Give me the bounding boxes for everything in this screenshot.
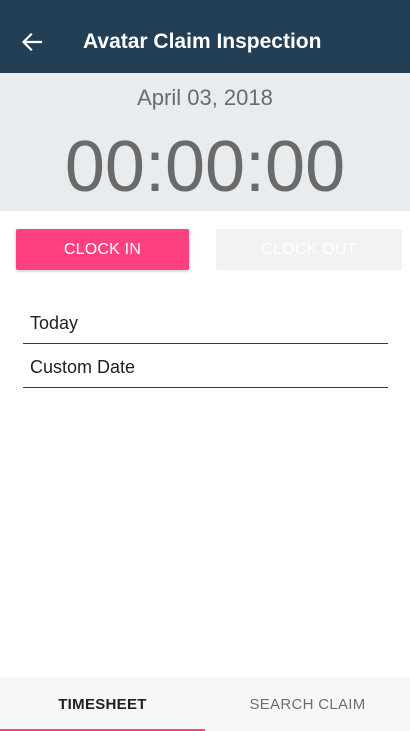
elapsed-timer: 00:00:00 [64, 127, 346, 207]
date-option-today[interactable]: Today [23, 300, 388, 344]
page-title: Avatar Claim Inspection [83, 30, 322, 53]
tab-label: TIMESHEET [58, 695, 147, 713]
tab-search-claim[interactable]: SEARCH CLAIM [205, 677, 410, 731]
back-button[interactable] [14, 24, 50, 60]
tab-timesheet[interactable]: TIMESHEET [0, 677, 205, 731]
clock-in-button[interactable]: CLOCK IN [16, 229, 189, 270]
app-bar: Avatar Claim Inspection [0, 0, 410, 73]
date-option-custom-date[interactable]: Custom Date [23, 344, 388, 388]
date-option-label: Custom Date [30, 357, 136, 377]
clock-out-button[interactable]: CLOCK OUT [216, 229, 402, 270]
bottom-nav: TIMESHEET SEARCH CLAIM [0, 677, 410, 731]
current-date: April 03, 2018 [137, 85, 273, 110]
arrow-left-icon [21, 33, 43, 51]
date-option-label: Today [30, 313, 79, 333]
tab-label: SEARCH CLAIM [249, 695, 366, 713]
clock-panel: April 03, 2018 00:00:00 [0, 73, 410, 211]
